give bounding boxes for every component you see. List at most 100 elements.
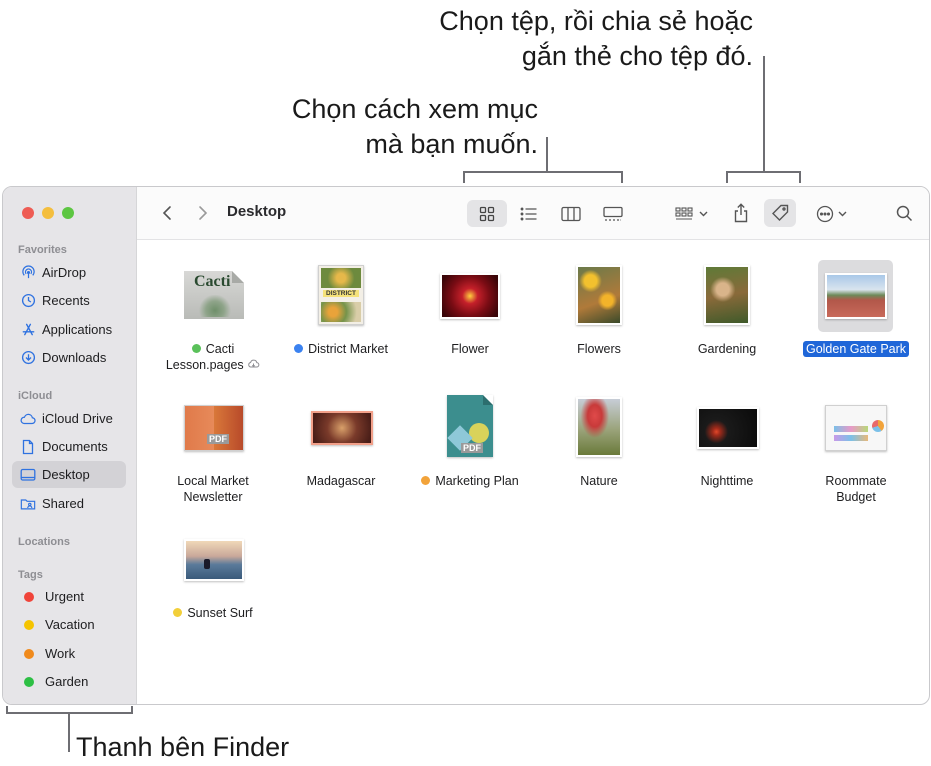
- callout-view: Chọn cách xem mục mà bạn muốn.: [250, 92, 538, 162]
- finder-toolbar: Desktop: [137, 187, 929, 240]
- file-item-sunset-surf[interactable]: Sunset Surf: [138, 523, 288, 620]
- callout-view-bracket-right: [621, 171, 623, 183]
- sidebar-item-recents[interactable]: Recents: [12, 287, 126, 314]
- thumbnail-art-bottom: [321, 302, 361, 322]
- file-thumbnail: [576, 397, 622, 457]
- share-icon: [734, 203, 748, 223]
- more-actions-button[interactable]: [809, 200, 853, 227]
- chart-bar-2: [834, 435, 868, 441]
- ellipsis-circle-icon: [816, 205, 833, 222]
- column-view-button[interactable]: [551, 200, 591, 227]
- callout-sidebar-bracket-right: [131, 706, 133, 714]
- forward-button[interactable]: [191, 201, 215, 225]
- file-thumbnail: PDF: [184, 405, 244, 451]
- sidebar-item-documents[interactable]: Documents: [12, 433, 126, 460]
- airdrop-icon: [20, 265, 36, 281]
- thumbnail-title: Cacti: [194, 273, 231, 290]
- share-button[interactable]: [725, 199, 757, 227]
- sidebar-tag-urgent[interactable]: Urgent: [12, 583, 126, 610]
- sidebar-item-label: Documents: [42, 439, 108, 454]
- sidebar-item-shared[interactable]: Shared: [12, 490, 126, 517]
- clock-icon: [20, 293, 36, 309]
- file-item-nighttime[interactable]: Nighttime: [652, 391, 802, 501]
- desktop-icon: [20, 467, 36, 483]
- sidebar-item-desktop[interactable]: Desktop: [12, 461, 126, 488]
- file-name: Marketing Plan: [395, 473, 545, 489]
- file-item-flower[interactable]: Flower: [395, 259, 545, 369]
- pdf-badge: PDF: [207, 434, 229, 444]
- search-button[interactable]: [891, 200, 917, 227]
- sidebar-item-icloud-drive[interactable]: iCloud Drive: [12, 405, 126, 432]
- surfer-silhouette: [204, 559, 210, 569]
- sidebar-tag-work[interactable]: Work: [12, 640, 126, 667]
- chart-art: [469, 423, 489, 443]
- file-item-golden-gate-park[interactable]: Golden Gate Park: [781, 259, 929, 369]
- gallery-view-button[interactable]: [593, 200, 633, 227]
- callout-sidebar-bracket-left: [6, 706, 8, 714]
- sidebar-item-label: iCloud Drive: [42, 411, 113, 426]
- sidebar-item-label: Applications: [42, 322, 113, 337]
- tag-dot: [24, 591, 34, 602]
- cloud-download-icon: [248, 359, 260, 368]
- file-item-roommate-budget[interactable]: Roommate Budget: [781, 391, 929, 504]
- zoom-button[interactable]: [62, 207, 74, 219]
- chevron-down-icon: [699, 211, 707, 216]
- callout-share-bracket: [726, 171, 801, 173]
- file-name: Gardening: [697, 342, 757, 356]
- callout-share-bracket-left: [726, 171, 728, 183]
- file-thumbnail: [184, 539, 244, 581]
- file-name-line2: Lesson.pages: [165, 358, 244, 372]
- window-controls: [22, 207, 74, 219]
- sidebar-tag-garden[interactable]: Garden: [12, 668, 126, 695]
- file-name-text: District Market: [308, 342, 388, 356]
- minimize-button[interactable]: [42, 207, 54, 219]
- tag-button[interactable]: [764, 199, 796, 227]
- shared-folder-icon: [20, 496, 36, 512]
- file-item-marketing-plan[interactable]: PDF Marketing Plan: [395, 391, 545, 501]
- callout-view-line: [546, 137, 548, 173]
- file-name-line1: Roommate: [825, 474, 887, 488]
- pdf-badge: PDF: [461, 443, 483, 453]
- file-name: Madagascar: [306, 474, 376, 488]
- icon-view-button[interactable]: [467, 200, 507, 227]
- file-thumbnail: [440, 273, 500, 319]
- sidebar-item-applications[interactable]: Applications: [12, 316, 126, 343]
- close-button[interactable]: [22, 207, 34, 219]
- tag-dot: [191, 344, 201, 353]
- sidebar-item-label: Downloads: [42, 350, 107, 365]
- sidebar-item-label: Garden: [45, 674, 89, 689]
- file-item-madagascar[interactable]: Madagascar: [266, 391, 416, 501]
- grid-icon: [479, 206, 495, 221]
- callout-view-line1: Chọn cách xem mục: [291, 94, 538, 124]
- chart-bar-1: [834, 426, 868, 432]
- group-by-button[interactable]: [669, 200, 713, 227]
- sidebar-item-label: Work: [45, 646, 76, 661]
- chart-pie: [872, 420, 884, 432]
- sidebar-tag-vacation[interactable]: Vacation: [12, 611, 126, 638]
- sidebar-item-label: Desktop: [42, 467, 90, 482]
- list-view-button[interactable]: [509, 200, 549, 227]
- callout-view-bracket-left: [463, 171, 465, 183]
- cloud-icon: [20, 411, 36, 427]
- back-button[interactable]: [155, 201, 179, 225]
- file-name-line2: Newsletter: [183, 490, 243, 504]
- file-grid: Cacti Cacti Lesson.pages DISTRICT Distri…: [138, 241, 929, 704]
- file-item-gardening[interactable]: Gardening: [652, 259, 802, 369]
- sidebar-item-downloads[interactable]: Downloads: [12, 344, 126, 371]
- finder-window: Favorites AirDrop Recents Applications D…: [2, 186, 930, 705]
- gallery-icon: [603, 206, 623, 221]
- page-curl: [232, 271, 244, 283]
- finder-sidebar: Favorites AirDrop Recents Applications D…: [3, 187, 137, 704]
- file-thumbnail: [697, 407, 759, 449]
- chevron-down-icon: [838, 211, 846, 216]
- icloud-header: iCloud: [18, 390, 53, 402]
- chevron-left-icon: [162, 206, 171, 220]
- file-thumbnail: DISTRICT: [318, 265, 364, 325]
- file-thumbnail: [311, 411, 373, 445]
- file-item-district-market[interactable]: DISTRICT District Market: [266, 259, 416, 369]
- callout-sidebar-line: [68, 712, 70, 752]
- callout-sidebar: Thanh bên Finder: [76, 732, 290, 762]
- sidebar-item-airdrop[interactable]: AirDrop: [12, 259, 126, 286]
- favorites-header: Favorites: [18, 244, 67, 256]
- search-icon: [896, 205, 912, 222]
